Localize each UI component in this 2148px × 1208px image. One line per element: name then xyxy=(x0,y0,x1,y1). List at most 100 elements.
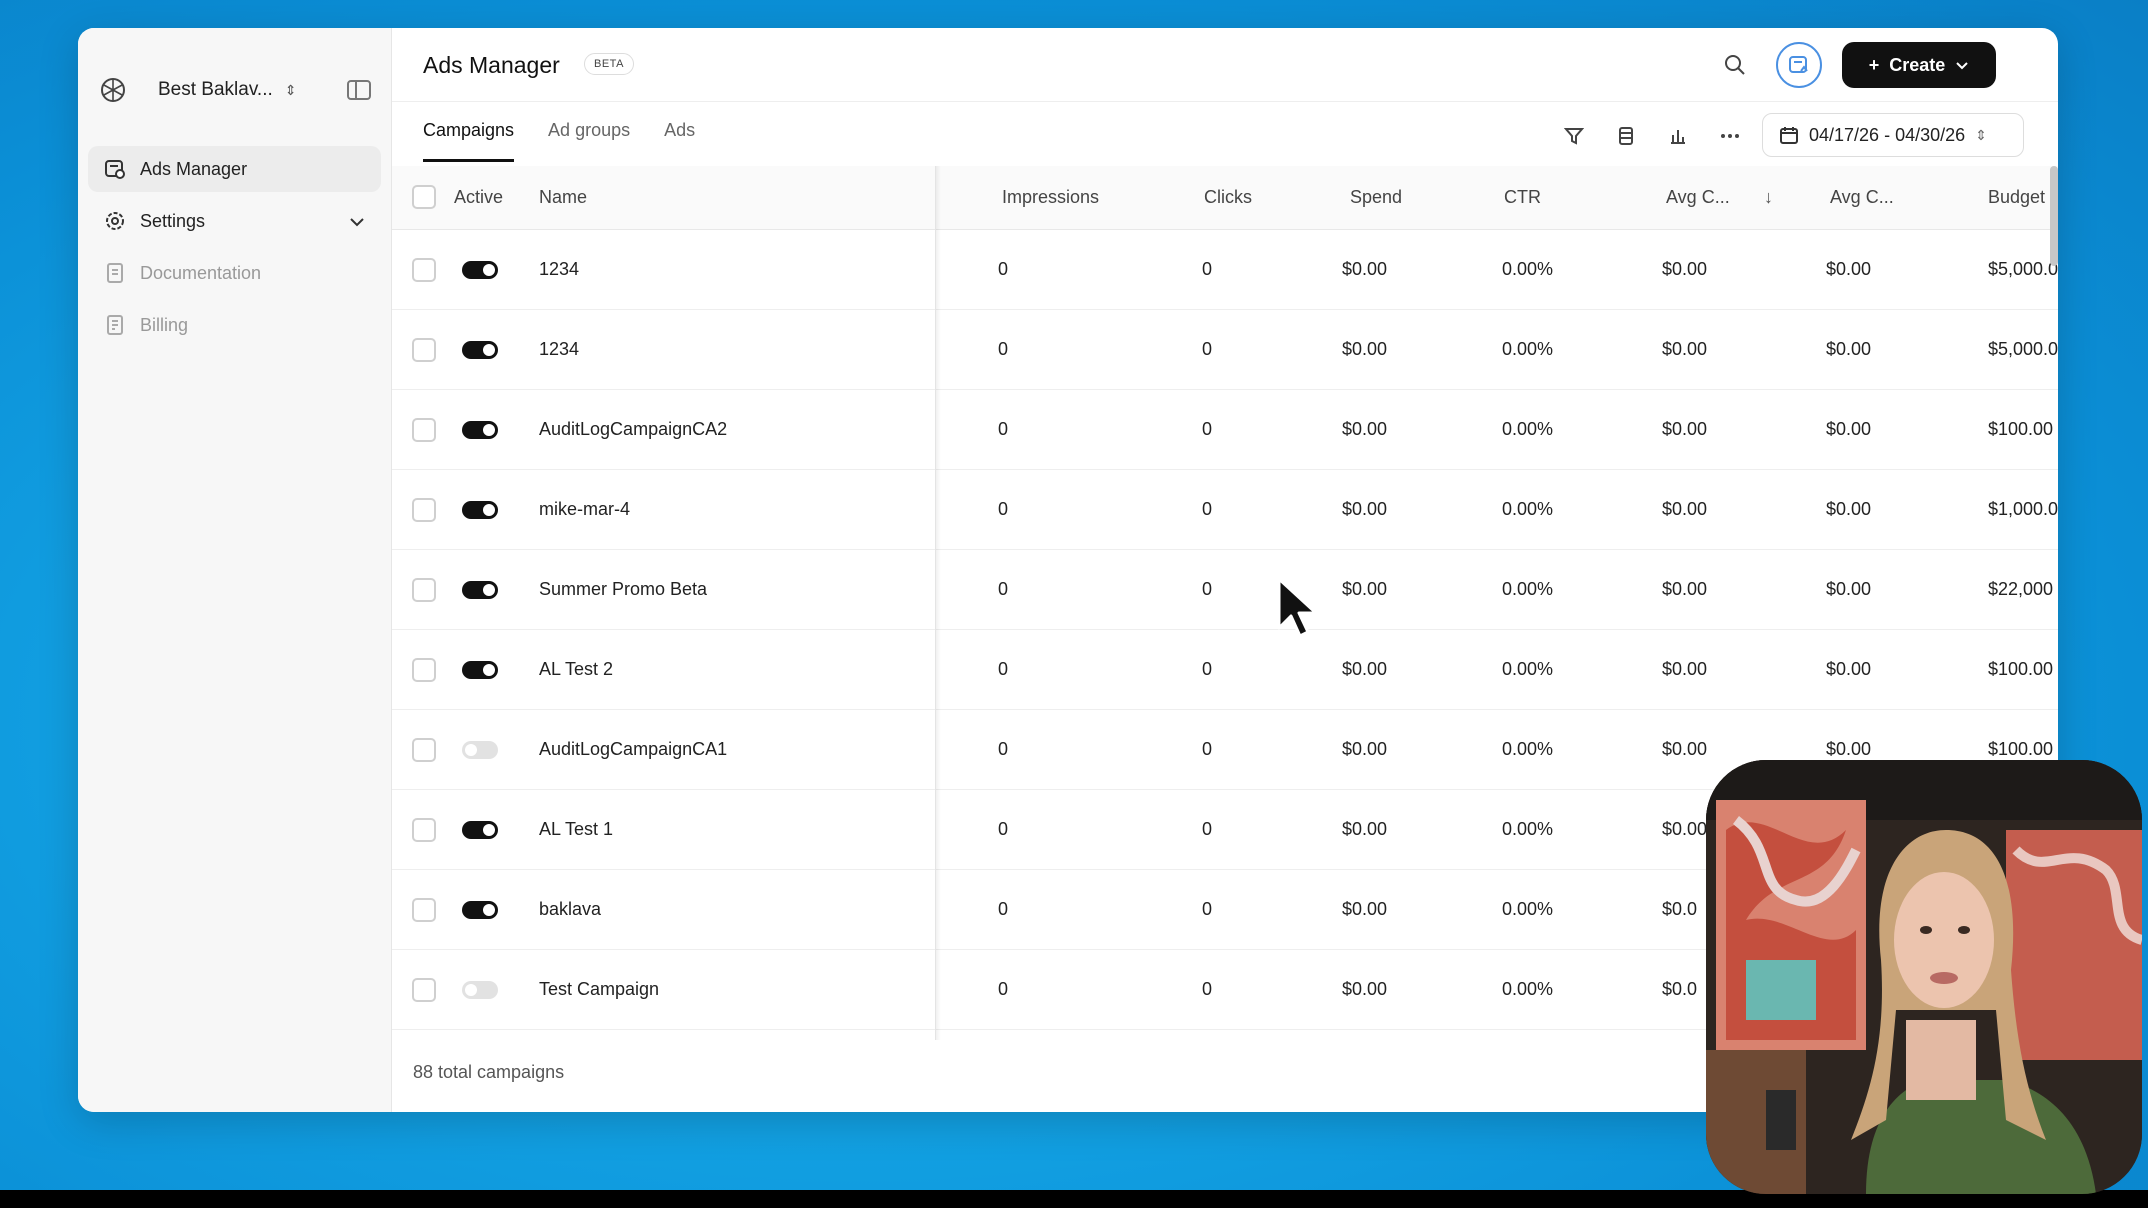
sidebar-item-label: Settings xyxy=(140,210,206,231)
cell-avg-cost-1: $0.00 xyxy=(1662,499,1708,519)
mouse-cursor-icon xyxy=(1277,577,1318,638)
row-checkbox[interactable] xyxy=(412,658,436,682)
sort-desc-icon[interactable]: ↓ xyxy=(1764,187,1773,208)
header-avg-cost-2[interactable]: Avg C... xyxy=(1830,187,1894,208)
cell-avg-cost-1: $0.00 xyxy=(1662,819,1708,839)
total-campaigns: 88 total campaigns xyxy=(413,1062,565,1082)
columns-icon[interactable] xyxy=(1614,124,1638,148)
workspace-switcher[interactable]: Best Baklav... ⇕ xyxy=(98,66,371,114)
header-impressions[interactable]: Impressions xyxy=(1002,187,1099,208)
campaign-name[interactable]: baklava xyxy=(539,899,601,920)
cell-budget: $22,000 xyxy=(1988,579,2054,599)
header-budget[interactable]: Budget xyxy=(1988,187,2045,208)
cell-clicks: 0 xyxy=(1202,659,1213,679)
campaign-name[interactable]: 1234 xyxy=(539,259,579,280)
campaign-name[interactable]: 1234 xyxy=(539,339,579,360)
sidebar-item-billing[interactable]: Billing xyxy=(88,302,381,348)
active-toggle[interactable] xyxy=(462,581,498,599)
cell-impressions: 0 xyxy=(998,579,1009,599)
openai-logo-icon xyxy=(101,78,125,102)
cell-avg-cost-2: $0.00 xyxy=(1826,659,1872,679)
cell-spend: $0.00 xyxy=(1342,579,1388,599)
campaign-name[interactable]: AL Test 2 xyxy=(539,659,613,680)
active-toggle[interactable] xyxy=(462,901,498,919)
active-toggle[interactable] xyxy=(462,261,498,279)
table-row[interactable]: 1234 0 0 $0.00 0.00% $0.00 $0.00 $5,000.0 xyxy=(392,230,2058,310)
row-checkbox[interactable] xyxy=(412,578,436,602)
active-toggle[interactable] xyxy=(462,341,498,359)
table-row[interactable]: 1234 0 0 $0.00 0.00% $0.00 $0.00 $5,000.0 xyxy=(392,310,2058,390)
active-toggle[interactable] xyxy=(462,661,498,679)
cell-impressions: 0 xyxy=(998,739,1009,759)
sidebar-item-label: Ads Manager xyxy=(140,158,248,179)
row-checkbox[interactable] xyxy=(412,818,436,842)
table-row[interactable]: mike-mar-4 0 0 $0.00 0.00% $0.00 $0.00 $1,000.0 xyxy=(392,470,2058,550)
row-checkbox[interactable] xyxy=(412,258,436,282)
header-active[interactable]: Active xyxy=(454,187,503,208)
header-name[interactable]: Name xyxy=(539,187,587,208)
active-toggle[interactable] xyxy=(462,821,498,839)
vertical-scrollbar[interactable] xyxy=(2050,166,2058,266)
cell-clicks: 0 xyxy=(1202,419,1213,439)
campaign-name[interactable]: AL Test 1 xyxy=(539,819,613,840)
chevron-down-icon[interactable] xyxy=(349,211,365,232)
cell-budget: $100.00 xyxy=(1988,659,2054,679)
cell-clicks: 0 xyxy=(1202,979,1213,999)
row-checkbox[interactable] xyxy=(412,738,436,762)
row-checkbox[interactable] xyxy=(412,418,436,442)
campaign-name[interactable]: mike-mar-4 xyxy=(539,499,630,520)
campaign-name[interactable]: AuditLogCampaignCA1 xyxy=(539,739,727,760)
sticky-column-divider xyxy=(935,166,941,1040)
chart-icon[interactable] xyxy=(1666,124,1690,148)
active-toggle[interactable] xyxy=(462,741,498,759)
cell-spend: $0.00 xyxy=(1342,659,1388,679)
sidebar-item-label: Documentation xyxy=(140,262,262,283)
campaign-name[interactable]: Summer Promo Beta xyxy=(539,579,707,600)
document-icon xyxy=(104,262,126,284)
cell-impressions: 0 xyxy=(998,419,1009,439)
header-clicks[interactable]: Clicks xyxy=(1204,187,1252,208)
header-avg-cost-1[interactable]: Avg C... xyxy=(1666,187,1730,208)
calendar-icon xyxy=(1780,127,1798,144)
cell-avg-cost-1: $0.00 xyxy=(1662,659,1708,679)
presenter-video xyxy=(1706,760,2142,1194)
create-button[interactable]: + Create xyxy=(1842,42,1996,88)
cell-impressions: 0 xyxy=(998,819,1009,839)
row-checkbox[interactable] xyxy=(412,978,436,1002)
active-toggle[interactable] xyxy=(462,421,498,439)
table-row[interactable]: AL Test 2 0 0 $0.00 0.00% $0.00 $0.00 $100.00 xyxy=(392,630,2058,710)
cell-avg-cost-2: $0.00 xyxy=(1826,739,1872,759)
cell-budget: $1,000.0 xyxy=(1988,499,2058,519)
campaign-name[interactable]: AuditLogCampaignCA2 xyxy=(539,419,727,440)
cell-avg-cost-1: $0.00 xyxy=(1662,259,1708,279)
row-checkbox[interactable] xyxy=(412,898,436,922)
table-row[interactable]: Summer Promo Beta 0 0 $0.00 0.00% $0.00 $0.00 $… xyxy=(392,550,2058,630)
search-icon[interactable] xyxy=(1722,52,1748,78)
cell-spend: $0.00 xyxy=(1342,259,1388,279)
header-ctr[interactable]: CTR xyxy=(1504,187,1541,208)
table-toolbar xyxy=(1562,124,1742,148)
date-range-picker[interactable]: 04/17/26 - 04/30/26 ⇕ xyxy=(1762,113,2024,157)
sidebar-item-documentation[interactable]: Documentation xyxy=(88,250,381,296)
tab-ads[interactable]: Ads xyxy=(664,120,695,162)
select-all-checkbox[interactable] xyxy=(412,185,436,209)
date-range-text: 04/17/26 - 04/30/26 xyxy=(1809,124,1966,145)
row-checkbox[interactable] xyxy=(412,498,436,522)
cell-clicks: 0 xyxy=(1202,259,1213,279)
active-toggle[interactable] xyxy=(462,501,498,519)
campaign-name[interactable]: Test Campaign xyxy=(539,979,659,1000)
more-icon[interactable] xyxy=(1718,124,1742,148)
table-row[interactable]: AuditLogCampaignCA2 0 0 $0.00 0.00% $0.00 $0.0… xyxy=(392,390,2058,470)
toggle-sidebar-icon[interactable] xyxy=(347,80,371,100)
cell-avg-cost-2: $0.00 xyxy=(1826,499,1872,519)
sidebar-item-settings[interactable]: Settings xyxy=(88,198,381,244)
filter-icon[interactable] xyxy=(1562,124,1586,148)
row-checkbox[interactable] xyxy=(412,338,436,362)
active-toggle[interactable] xyxy=(462,981,498,999)
ads-badge-button[interactable] xyxy=(1776,42,1822,88)
sidebar-item-ads-manager[interactable]: Ads Manager xyxy=(88,146,381,192)
header-spend[interactable]: Spend xyxy=(1350,187,1402,208)
workspace-name: Best Baklav... xyxy=(158,79,273,100)
tab-campaigns[interactable]: Campaigns xyxy=(423,120,515,162)
tab-ad-groups[interactable]: Ad groups xyxy=(548,120,630,162)
